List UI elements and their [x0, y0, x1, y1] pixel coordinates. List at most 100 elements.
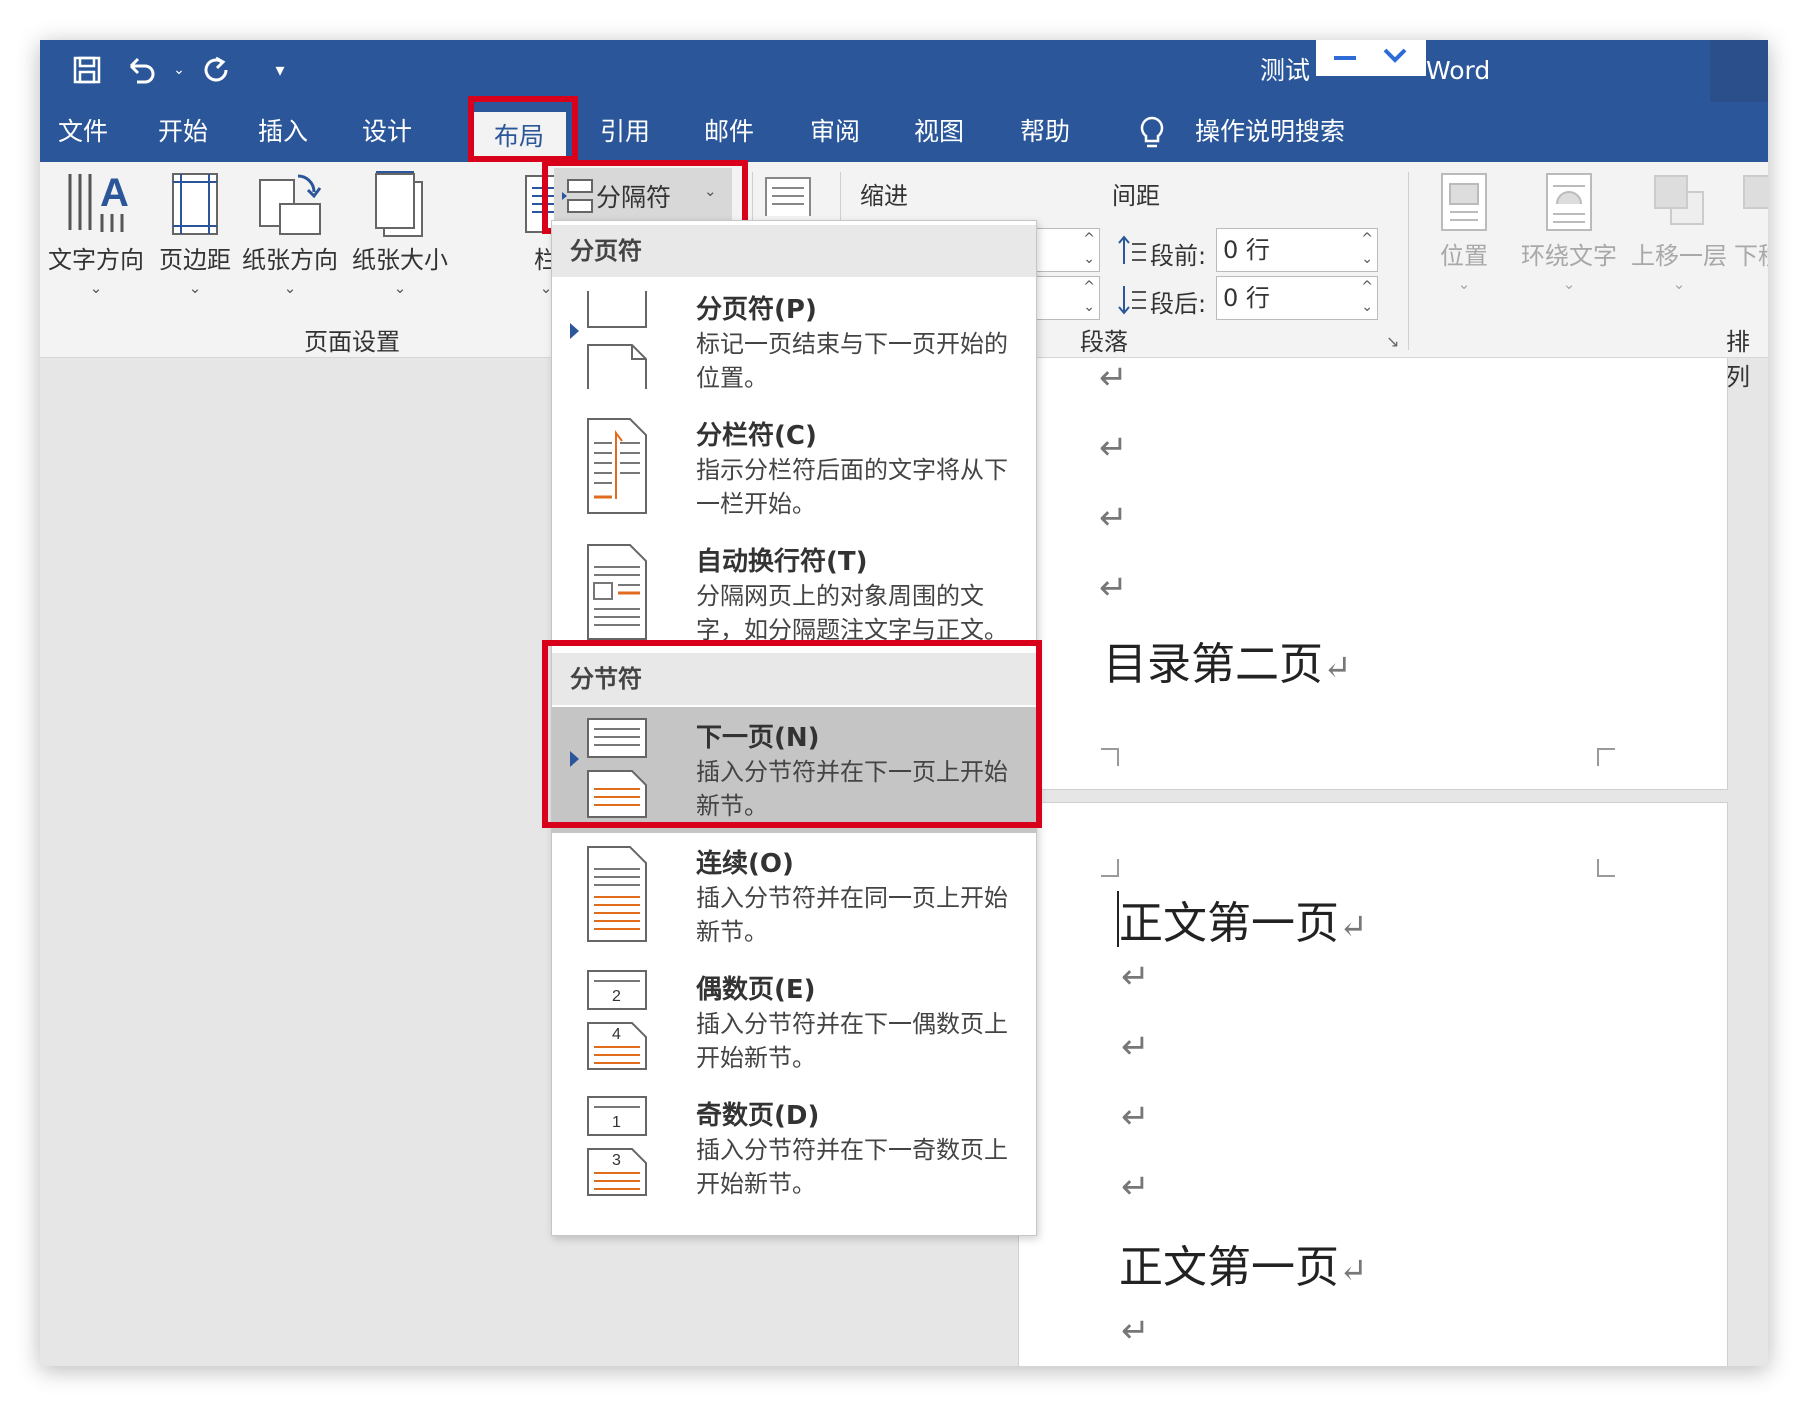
menu-item-desc: 插入分节符并在下一偶数页上开始新节。: [696, 1010, 1008, 1072]
section-breaks-header: 分节符: [552, 653, 1036, 705]
spacing-before-icon: [1118, 235, 1146, 264]
spacing-before-value: 0 行: [1223, 236, 1270, 264]
menu-item-title: 偶数页(E): [696, 975, 816, 1005]
spacing-before-field[interactable]: 0 行 ^ ⌄: [1216, 228, 1378, 272]
document-page-1[interactable]: ↵ ↵ ↵ ↵ 目录第二页↵: [1018, 358, 1728, 790]
margin-corner: [1101, 859, 1119, 877]
separator: [1408, 172, 1409, 350]
stepper-arrows-icon[interactable]: ^ ⌄: [1083, 229, 1095, 269]
menu-item-desc: 插入分节符并在下一奇数页上开始新节。: [696, 1136, 1008, 1198]
chevron-down-icon: ⌄: [89, 279, 103, 297]
breaks-button[interactable]: 分隔符 ⌄: [554, 168, 732, 222]
indent-right-stepper[interactable]: ^ ⌄: [1030, 276, 1100, 320]
margins-icon: [172, 173, 218, 235]
text-direction-icon: A: [68, 171, 129, 232]
orientation-button[interactable]: 纸张方向 ⌄: [240, 170, 340, 297]
document-page-2[interactable]: 正文第一页↵ ↵ ↵ ↵ ↵ 正文第一页↵ ↵: [1018, 802, 1728, 1366]
chevron-down-icon: ⌄: [1672, 275, 1686, 293]
menu-item-odd-page-section[interactable]: 1 3 奇数页(D) 插入分节符并在下一奇数页上开始新节。: [552, 1085, 1036, 1211]
tab-view[interactable]: 视图: [892, 102, 986, 162]
bring-forward-label: 上移一层: [1631, 242, 1727, 270]
undo-icon[interactable]: [114, 48, 170, 92]
paragraph-mark: ↵: [1121, 1027, 1150, 1067]
paragraph-mark: ↵: [1121, 1311, 1150, 1351]
menu-item-desc: 插入分节符并在同一页上开始新节。: [696, 884, 1008, 946]
indent-left-stepper[interactable]: ^ ⌄: [1030, 228, 1100, 272]
tab-file[interactable]: 文件: [40, 102, 126, 162]
customize-qat-icon[interactable]: ▾: [262, 48, 298, 92]
tab-mailings[interactable]: 邮件: [682, 102, 776, 162]
menu-item-title: 奇数页(D): [696, 1101, 820, 1131]
page-breaks-header: 分页符: [552, 225, 1036, 277]
text-wrapping-break-icon: [587, 544, 647, 640]
page2-heading-1: 正文第一页↵: [1119, 898, 1368, 949]
menu-item-text-wrapping-break[interactable]: 自动换行符(T) 分隔网页上的对象周围的文字，如分隔题注文字与正文。: [552, 531, 1036, 657]
tab-layout[interactable]: 布局: [472, 112, 566, 162]
menu-item-next-page-section[interactable]: 下一页(N) 插入分节符并在下一页上开始新节。: [552, 707, 1036, 833]
save-icon[interactable]: [64, 48, 110, 92]
window-controls: [1710, 40, 1768, 102]
stepper-arrows-icon[interactable]: ^ ⌄: [1083, 277, 1095, 317]
margins-button[interactable]: 页边距 ⌄: [148, 170, 242, 297]
orientation-icon: [259, 174, 322, 235]
menu-item-page-break[interactable]: 分页符(P) 标记一页结束与下一页开始的位置。: [552, 279, 1036, 405]
spacing-label: 间距: [1112, 182, 1160, 210]
spacing-after-field[interactable]: 0 行 ^ ⌄: [1216, 276, 1378, 320]
text-direction-label: 文字方向: [48, 246, 144, 274]
paragraph-mark: ↵: [1099, 428, 1128, 468]
menu-item-title: 分栏符(C): [696, 421, 817, 451]
wrap-text-icon: [1546, 173, 1592, 231]
chevron-down-icon[interactable]: [1382, 44, 1408, 70]
position-button[interactable]: 位置 ⌄: [1424, 170, 1504, 293]
spacing-before-label: 段前:: [1150, 242, 1207, 270]
menu-item-title: 分页符(P): [696, 295, 817, 325]
menu-item-continuous-section[interactable]: 连续(O) 插入分节符并在同一页上开始新节。: [552, 833, 1036, 959]
page1-heading: 目录第二页↵: [1103, 639, 1352, 690]
even-digit-bottom: 4: [612, 1026, 621, 1043]
paragraph-mark: ↵: [1099, 358, 1128, 398]
tab-design[interactable]: 设计: [340, 102, 434, 162]
undo-dropdown-icon[interactable]: ⌄: [168, 48, 190, 92]
paragraph-group-label: 段落: [1080, 328, 1128, 356]
wrap-text-label: 环绕文字: [1521, 242, 1617, 270]
page-break-icon: [587, 291, 647, 389]
tab-references[interactable]: 引用: [578, 102, 672, 162]
next-page-section-icon: [587, 718, 647, 818]
odd-digit-bottom: 3: [612, 1152, 621, 1169]
document-title: 测试: [1260, 56, 1311, 85]
tab-review[interactable]: 审阅: [788, 102, 882, 162]
redo-icon[interactable]: [188, 48, 244, 92]
menu-item-column-break[interactable]: 分栏符(C) 指示分栏符后面的文字将从下一栏开始。: [552, 405, 1036, 531]
chevron-down-icon: ⌄: [1457, 275, 1471, 293]
tab-insert[interactable]: 插入: [236, 102, 330, 162]
even-page-section-icon: 2 4: [587, 970, 647, 1070]
send-backward-button[interactable]: 下移: [1734, 170, 1768, 271]
page-setup-group-label: 页面设置: [304, 328, 400, 356]
tab-home[interactable]: 开始: [136, 102, 230, 162]
minimize-icon[interactable]: [1332, 46, 1358, 70]
chevron-down-icon: ⌄: [283, 279, 297, 297]
lightbulb-icon[interactable]: [1124, 102, 1180, 162]
tell-me-search[interactable]: 操作说明搜索: [1180, 102, 1360, 162]
breaks-dropdown-menu: 分页符 分页符(P) 标记一页结束与下一页开始的位置。 分栏符(C) 指示分栏符…: [551, 220, 1037, 1236]
chevron-down-icon: ⌄: [188, 279, 202, 297]
continuous-section-icon: [587, 846, 647, 942]
menu-item-desc: 标记一页结束与下一页开始的位置。: [696, 330, 1008, 392]
breaks-icon: [562, 179, 593, 213]
odd-digit-top: 1: [612, 1114, 621, 1131]
stepper-arrows-icon[interactable]: ^ ⌄: [1361, 229, 1373, 269]
dialog-launcher-icon[interactable]: ↘: [1386, 332, 1399, 351]
size-icon: [375, 171, 423, 237]
send-backward-label: 下移: [1734, 242, 1768, 270]
size-button[interactable]: 纸张大小 ⌄: [350, 170, 450, 297]
text-direction-button[interactable]: A 文字方向 ⌄: [44, 170, 148, 297]
paragraph-mark: ↵: [1099, 498, 1128, 538]
menu-item-even-page-section[interactable]: 2 4 偶数页(E) 插入分节符并在下一偶数页上开始新节。: [552, 959, 1036, 1085]
line-numbers-icon[interactable]: [758, 172, 818, 216]
bring-forward-button[interactable]: 上移一层 ⌄: [1624, 170, 1734, 293]
tab-help[interactable]: 帮助: [998, 102, 1092, 162]
menu-item-desc: 指示分栏符后面的文字将从下一栏开始。: [696, 456, 1008, 518]
wrap-text-button[interactable]: 环绕文字 ⌄: [1514, 170, 1624, 293]
stepper-arrows-icon[interactable]: ^ ⌄: [1361, 277, 1373, 317]
spacing-after-icon: [1118, 286, 1146, 315]
